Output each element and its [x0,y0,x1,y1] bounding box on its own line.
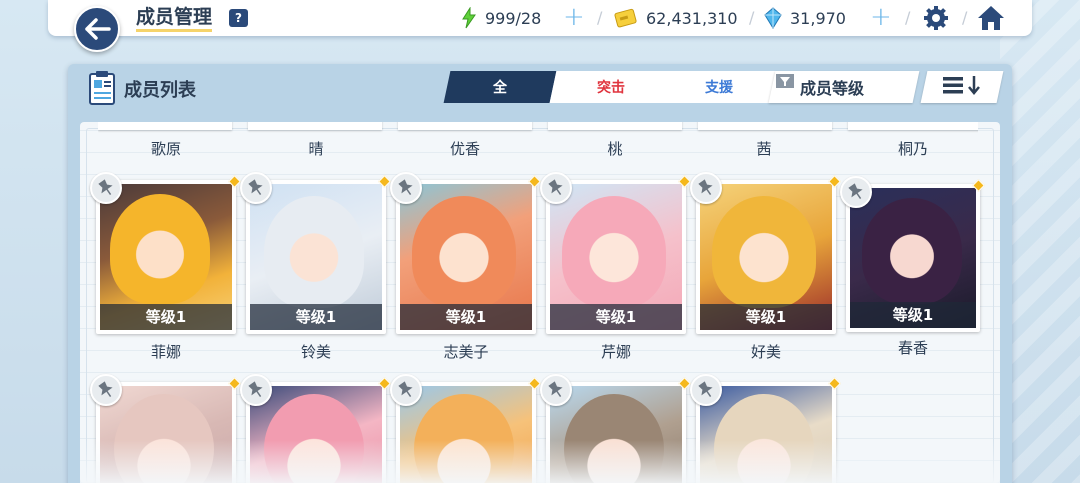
member-card[interactable]: 等级1 [840,176,985,332]
pin-icon [248,381,263,397]
member-list-icon [88,70,118,106]
credits-value: 62,431,310 [646,8,738,28]
pin-button[interactable] [90,374,122,406]
level-label: 等级1 [400,304,532,330]
gem-icon [764,7,782,29]
add-gems-button[interactable]: + [870,4,892,30]
tab-all[interactable]: 全 [443,71,557,103]
sort-label: 成员等级 [800,79,865,98]
member-name: 菲娜 [150,343,181,361]
member-name: 歌原 [150,140,181,158]
member-name: 好美 [750,343,781,361]
help-button[interactable]: ? [229,9,248,27]
pin-icon [848,183,863,199]
pin-button[interactable] [390,172,422,204]
pin-button[interactable] [690,374,722,406]
tab-strike[interactable]: 突击 [549,71,673,103]
pin-button[interactable] [240,172,272,204]
level-label: 等级1 [850,302,976,328]
home-icon [978,6,1004,30]
add-stamina-button[interactable]: + [563,4,585,30]
pin-icon [398,381,413,397]
pin-button[interactable] [690,172,722,204]
page-title: 成员管理 [136,5,213,32]
member-card[interactable]: 等级1 [540,172,691,334]
pin-button[interactable] [240,374,272,406]
gear-icon [924,6,948,30]
stamina-value: 999/28 [485,8,542,28]
separator: / [962,8,968,27]
member-name: 晴 [308,140,324,158]
previous-row-cards [98,122,978,134]
member-card[interactable]: 等级1 [690,172,841,334]
pin-icon [248,179,263,195]
credits-display: 62,431,310 [614,6,738,30]
member-name: 志美子 [443,343,489,361]
filter-funnel-icon [776,74,794,88]
credit-card-icon [614,8,637,28]
home-button[interactable] [976,4,1006,36]
separator: / [749,8,755,27]
level-label: 等级1 [100,304,232,330]
pin-button[interactable] [840,176,872,208]
arrow-left-icon [85,18,111,40]
settings-button[interactable] [922,4,950,36]
tab-support[interactable]: 支援 [657,71,781,103]
panel-title: 成员列表 [124,80,196,101]
member-card[interactable]: 等级1 [240,172,391,334]
level-label: 等级1 [550,304,682,330]
member-name: 桐乃 [897,140,928,158]
member-name: 桃 [607,140,623,158]
member-name: 茜 [756,140,772,158]
pin-icon [698,179,713,195]
pin-button[interactable] [540,172,572,204]
pin-icon [98,179,113,195]
back-button[interactable] [74,6,120,52]
level-label: 等级1 [250,304,382,330]
sort-descending-icon [943,76,980,95]
sort-order-button[interactable] [920,71,1004,103]
pin-icon [548,179,563,195]
pin-button[interactable] [540,374,572,406]
pin-icon [98,381,113,397]
pin-icon [398,179,413,195]
member-name: 铃美 [300,343,331,361]
member-card[interactable]: 等级1 [390,172,541,334]
separator: / [905,8,911,27]
member-name: 芹娜 [600,343,631,361]
pin-button[interactable] [90,172,122,204]
member-name: 春香 [897,339,928,357]
gems-value: 31,970 [790,8,846,28]
pin-icon [698,381,713,397]
member-name: 优香 [449,140,480,158]
separator: / [597,8,603,27]
member-card[interactable]: 等级1 [90,172,241,334]
gems-display: 31,970 [764,6,846,30]
level-label: 等级1 [700,304,832,330]
background-stripes [1000,0,1080,483]
sort-by-button[interactable]: 成员等级 [768,71,920,103]
pin-button[interactable] [390,374,422,406]
pin-icon [548,381,563,397]
lightning-icon [462,7,476,29]
scroll-fade [80,440,1000,483]
stamina-display: 999/28 [460,6,541,30]
